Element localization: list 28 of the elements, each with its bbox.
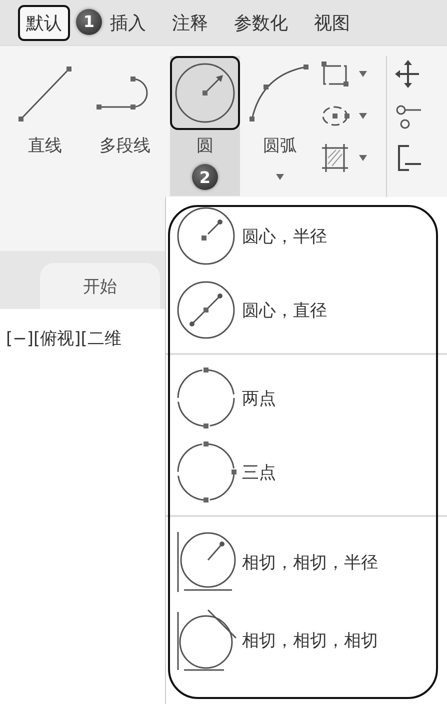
tool-label[interactable]: 圆弧 [263, 134, 297, 157]
tool-label[interactable]: 多段线 [100, 134, 150, 157]
tool-label[interactable]: 直线 [28, 134, 62, 157]
menu-item[interactable]: 圆心，半径 [166, 203, 447, 269]
caret-icon[interactable] [275, 174, 285, 180]
menu-item[interactable]: 两点 [166, 365, 447, 431]
caret-icon[interactable] [358, 155, 368, 161]
stretch-icon[interactable] [395, 144, 421, 172]
menu-item[interactable]: 相切，相切，半径 [166, 527, 447, 597]
tool-label[interactable]: 圆 [196, 134, 214, 157]
caret-icon[interactable] [358, 113, 368, 119]
callout-number: 1 [76, 8, 102, 34]
ribbon-tab[interactable]: 注释 [164, 4, 216, 40]
viewport-label[interactable]: [−][俯视][二维 [6, 329, 122, 349]
ribbon-tab[interactable]: 视图 [306, 4, 358, 40]
three-point-circle-icon [174, 440, 238, 504]
move-icon[interactable] [395, 60, 421, 88]
hatch-icon [320, 144, 350, 172]
menu-item[interactable]: 圆心，直径 [166, 277, 447, 343]
circle-icon [174, 62, 236, 124]
ribbon-tab[interactable]: 插入 [102, 4, 154, 40]
caret-icon[interactable] [358, 71, 368, 77]
rectangle-icon [320, 60, 350, 88]
menu-item[interactable]: 三点 [166, 439, 447, 505]
callout-number: 2 [192, 164, 218, 190]
menu-item[interactable]: 相切，相切，相切 [166, 605, 447, 675]
ribbon-tab[interactable]: 参数化 [226, 4, 296, 40]
file-tab[interactable]: 开始 [40, 263, 160, 309]
